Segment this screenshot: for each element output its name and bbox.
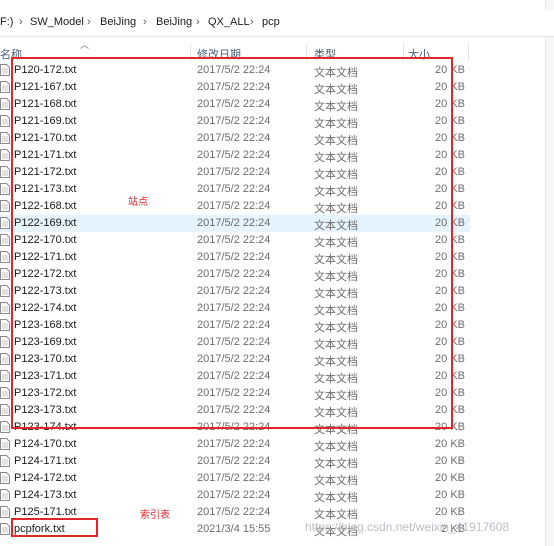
text-file-icon — [0, 217, 10, 229]
file-row[interactable]: P124-172.txt 2017/5/2 22:24 文本文档 20 KB — [0, 470, 470, 487]
breadcrumb-beijing-1[interactable]: BeiJing — [100, 16, 136, 28]
text-file-icon — [0, 81, 10, 93]
file-size: 20 KB — [435, 489, 465, 501]
text-file-icon — [0, 489, 10, 501]
text-file-icon — [0, 285, 10, 297]
breadcrumb-sw-model[interactable]: SW_Model — [30, 16, 84, 28]
text-file-icon — [0, 234, 10, 246]
index-annotation: 索引表 — [140, 510, 170, 521]
text-file-icon — [0, 353, 10, 365]
file-row[interactable]: P124-171.txt 2017/5/2 22:24 文本文档 20 KB — [0, 453, 470, 470]
file-type: 文本文档 — [314, 492, 358, 504]
watermark: https://blog.csdn.net/weixin_41917608 — [305, 520, 510, 534]
breadcrumb-pcp[interactable]: pcp — [262, 16, 280, 28]
text-file-icon — [0, 404, 10, 416]
text-file-icon — [0, 506, 10, 518]
file-row[interactable]: P124-173.txt 2017/5/2 22:24 文本文档 20 KB — [0, 487, 470, 504]
text-file-icon — [0, 183, 10, 195]
text-file-icon — [0, 370, 10, 382]
text-file-icon — [0, 421, 10, 433]
sort-ascending-icon: ︿ — [80, 40, 90, 50]
file-name[interactable]: P125-171.txt — [14, 506, 76, 518]
breadcrumb-qx-all[interactable]: QX_ALL — [208, 16, 250, 28]
file-size: 20 KB — [435, 472, 465, 484]
breadcrumb-drive[interactable]: F:) — [0, 16, 13, 28]
stations-annotation: 站点 — [128, 197, 148, 208]
text-file-icon — [0, 319, 10, 331]
text-file-icon — [0, 251, 10, 263]
file-modified-date: 2017/5/2 22:24 — [197, 489, 271, 501]
file-name[interactable]: P124-173.txt — [14, 489, 76, 501]
breadcrumb-separator: › — [19, 16, 23, 28]
text-file-icon — [0, 472, 10, 484]
file-size: 20 KB — [435, 438, 465, 450]
text-file-icon — [0, 336, 10, 348]
index-highlight-box — [11, 518, 98, 537]
breadcrumb-separator: › — [87, 16, 91, 28]
text-file-icon — [0, 268, 10, 280]
file-size: 20 KB — [435, 506, 465, 518]
file-type: 文本文档 — [314, 458, 358, 470]
text-file-icon — [0, 387, 10, 399]
file-modified-date: 2017/5/2 22:24 — [197, 506, 271, 518]
text-file-icon — [0, 302, 10, 314]
text-file-icon — [0, 166, 10, 178]
text-file-icon — [0, 149, 10, 161]
text-file-icon — [0, 98, 10, 110]
text-file-icon — [0, 523, 10, 535]
breadcrumb-separator: › — [196, 16, 200, 28]
address-bar[interactable]: F:) › SW_Model › BeiJing › BeiJing › QX_… — [0, 10, 554, 37]
window-right-edge — [545, 0, 554, 546]
file-name[interactable]: P124-170.txt — [14, 438, 76, 450]
file-type: 文本文档 — [314, 441, 358, 453]
file-name[interactable]: P124-172.txt — [14, 472, 76, 484]
breadcrumb-separator: › — [143, 16, 147, 28]
text-file-icon — [0, 455, 10, 467]
stations-highlight-box — [11, 57, 453, 429]
breadcrumb-separator: › — [250, 16, 254, 28]
text-file-icon — [0, 438, 10, 450]
text-file-icon — [0, 200, 10, 212]
file-name[interactable]: P124-171.txt — [14, 455, 76, 467]
file-type: 文本文档 — [314, 475, 358, 487]
file-modified-date: 2017/5/2 22:24 — [197, 472, 271, 484]
file-modified-date: 2017/5/2 22:24 — [197, 455, 271, 467]
column-divider[interactable] — [468, 44, 469, 62]
file-row[interactable]: P124-170.txt 2017/5/2 22:24 文本文档 20 KB — [0, 436, 470, 453]
file-modified-date: 2017/5/2 22:24 — [197, 438, 271, 450]
text-file-icon — [0, 64, 10, 76]
text-file-icon — [0, 115, 10, 127]
text-file-icon — [0, 132, 10, 144]
file-size: 20 KB — [435, 455, 465, 467]
file-modified-date: 2021/3/4 15:55 — [197, 523, 271, 535]
breadcrumb-beijing-2[interactable]: BeiJing — [156, 16, 192, 28]
